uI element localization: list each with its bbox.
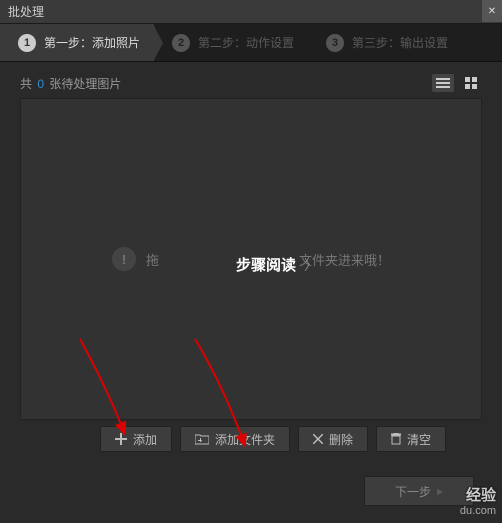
close-button[interactable]: ✕ [482,0,502,22]
grid-icon [465,77,477,89]
watermark: 经验 du.com [460,488,496,517]
step-2-num: 2 [172,34,190,52]
window-title: 批处理 [8,3,44,20]
overlay-label: 步骤阅读 [236,254,296,275]
hint-text-left: 拖 [146,250,159,269]
step-3-label: 第三步：输出设置 [352,34,448,51]
folder-plus-icon [195,433,209,445]
clear-button[interactable]: 清空 [376,426,446,452]
step-wizard: 1 第一步：添加照片 2 第二步：动作设置 3 第三步：输出设置 [0,24,502,62]
count-row: 共 0 张待处理图片 [20,74,482,92]
pending-count: 共 0 张待处理图片 [20,75,121,92]
step-1-num: 1 [18,34,36,52]
view-switcher [432,74,482,92]
count-number: 0 [37,77,44,91]
chevron-right-icon: 〉 [304,255,318,275]
step-2: 2 第二步：动作设置 [154,24,308,61]
add-folder-button[interactable]: 添加文件夹 [180,426,290,452]
delete-button[interactable]: 删除 [298,426,368,452]
action-buttons: 添加 添加文件夹 删除 清空 [100,426,482,452]
plus-icon [115,433,127,445]
step-3: 3 第三步：输出设置 [308,24,462,61]
step-1[interactable]: 1 第一步：添加照片 [0,24,154,61]
step-reading-overlay[interactable]: 步骤阅读 〉 [224,250,330,279]
list-view-button[interactable] [432,74,454,92]
grid-view-button[interactable] [460,74,482,92]
info-icon: ! [112,247,136,271]
x-icon [313,434,323,444]
step-1-label: 第一步：添加照片 [44,34,140,51]
list-icon [436,77,450,89]
footer: 下一步 ▸ [0,462,502,520]
chevron-right-icon: ▸ [437,484,443,498]
watermark-sub: du.com [460,505,496,517]
titlebar: 批处理 [0,0,502,24]
step-2-label: 第二步：动作设置 [198,34,294,51]
add-button[interactable]: 添加 [100,426,172,452]
step-3-num: 3 [326,34,344,52]
trash-icon [391,433,401,445]
watermark-main: 经验 [460,488,496,505]
next-button[interactable]: 下一步 ▸ [364,476,474,506]
